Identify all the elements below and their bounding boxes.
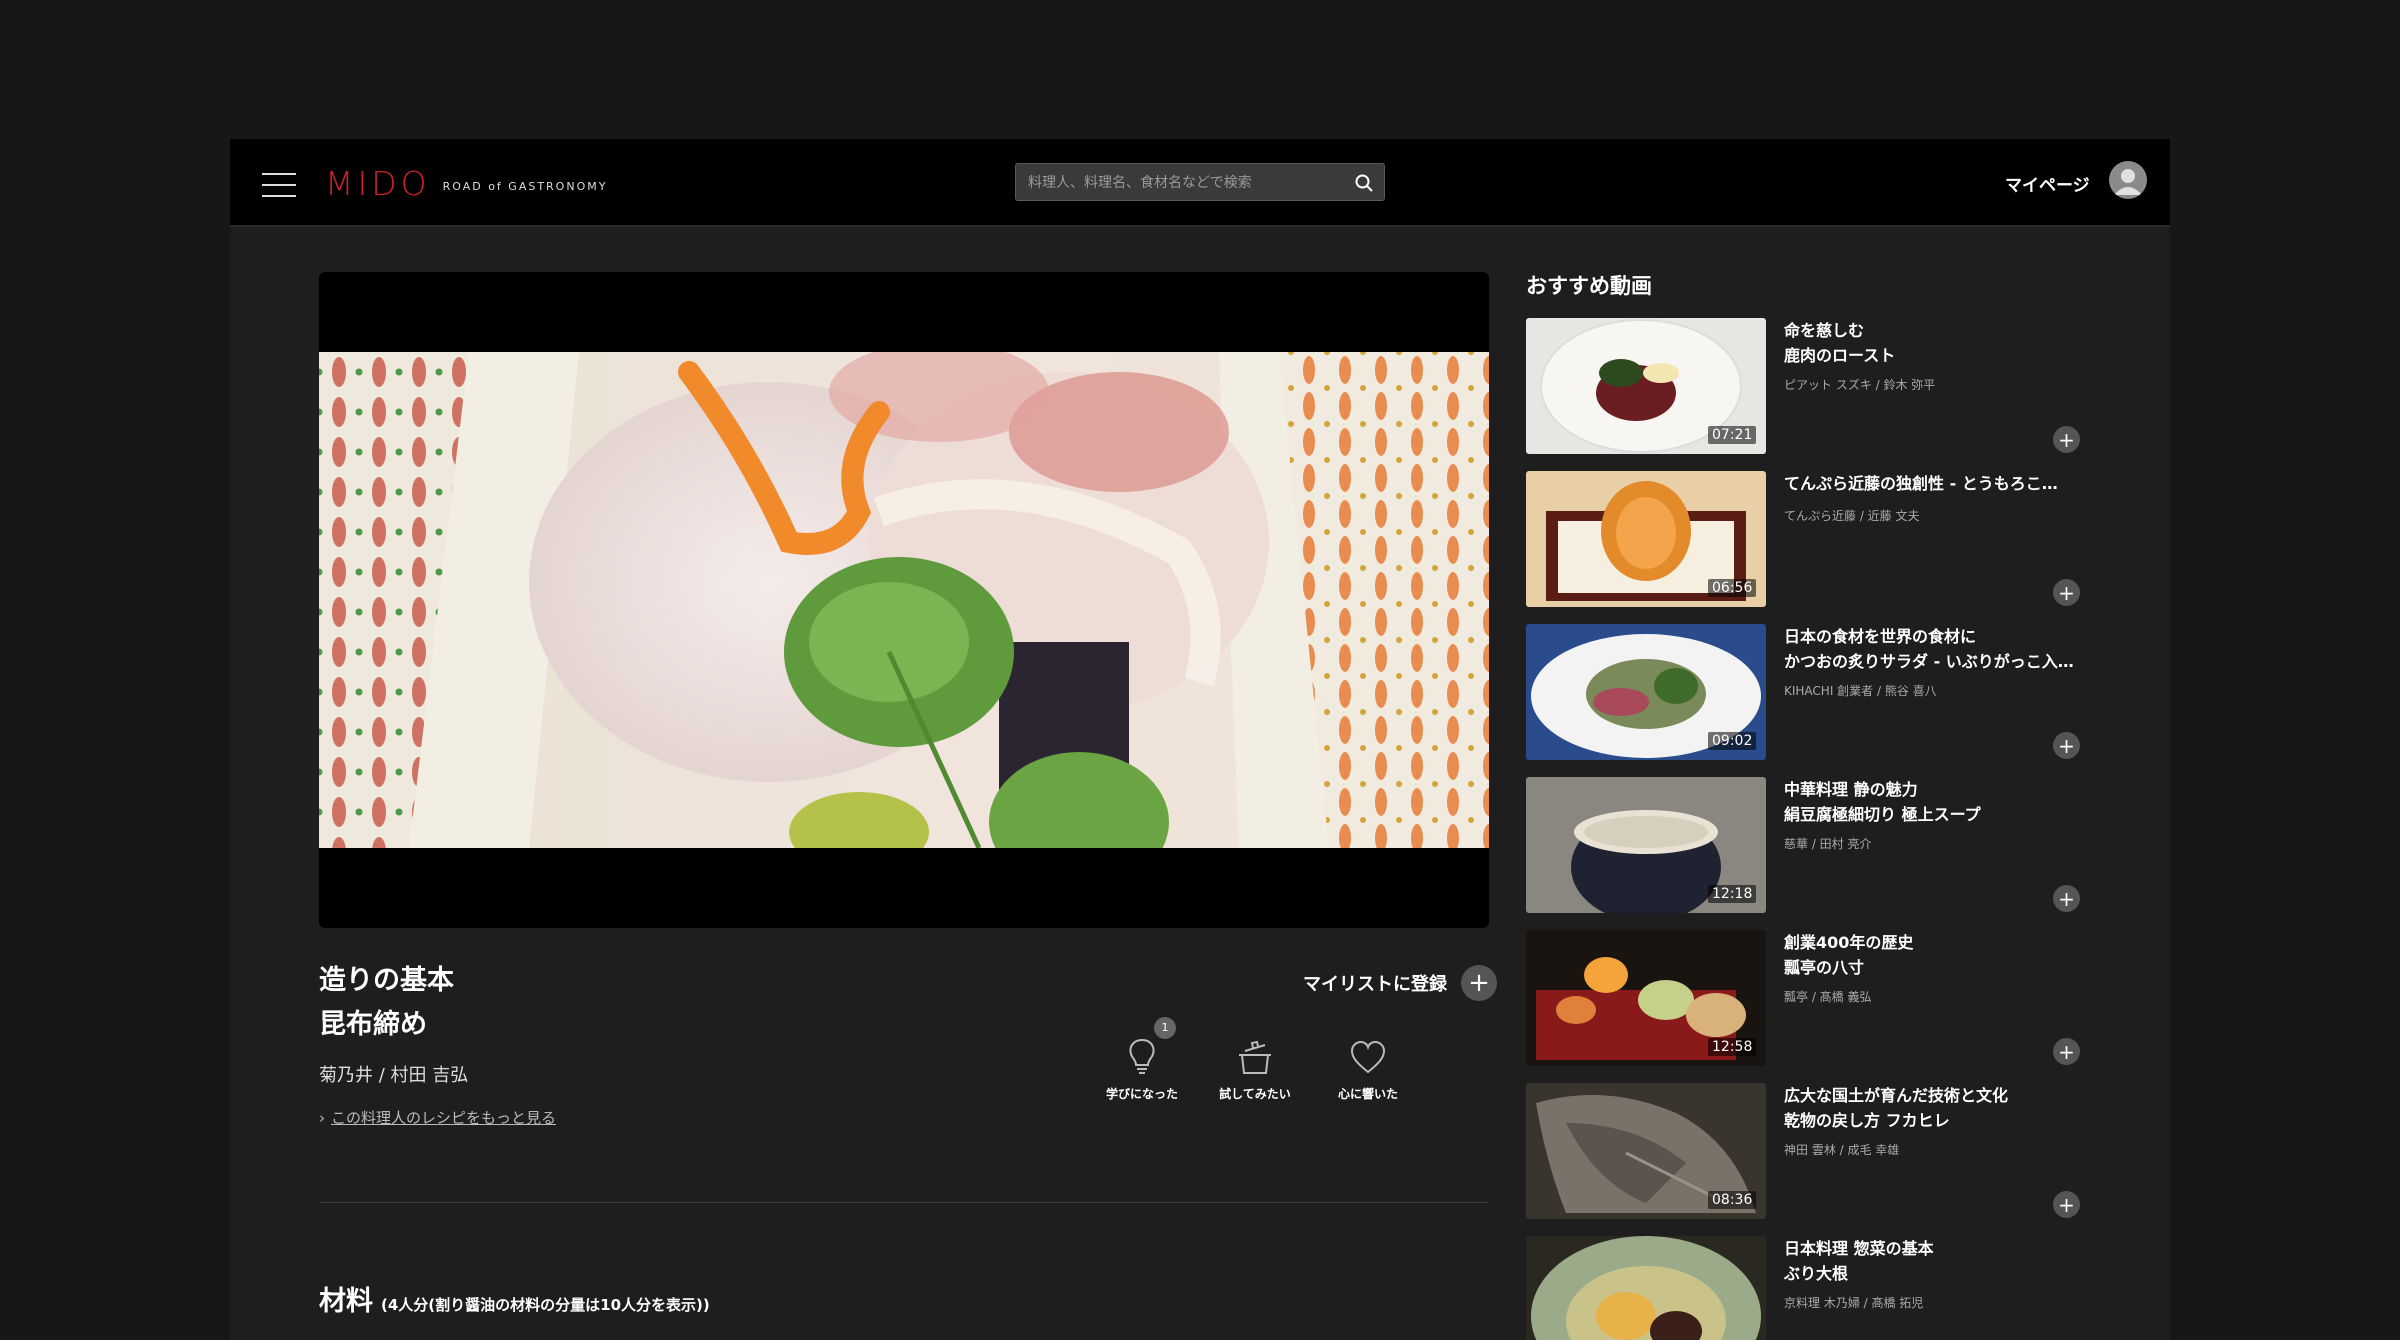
search-box [1015, 163, 1385, 202]
video-title: 造りの基本 昆布締め [319, 959, 454, 1047]
recommended-title: 広大な国土が育んだ技術と文化 乾物の戻し方 フカヒレ [1784, 1083, 2084, 1133]
add-to-list-button[interactable]: + [2053, 732, 2080, 759]
avatar[interactable] [2109, 161, 2147, 199]
ingredients-title: 材料 [319, 1286, 373, 1317]
chevron-right-icon: › [319, 1109, 325, 1127]
recommended-item[interactable]: 12:58 創業400年の歴史 瓢亭の八寸 瓢亭 / 髙橋 義弘 + [1526, 930, 2086, 1066]
top-header: MIDO ROAD of GASTRONOMY マイページ [230, 139, 2170, 227]
mypage-link[interactable]: マイページ [2005, 171, 2090, 196]
recommended-chef: 慈華 / 田村 亮介 [1784, 837, 1872, 851]
lightbulb-icon [1129, 1038, 1155, 1074]
recommended-item[interactable]: 07:21 命を慈しむ 鹿肉のロースト ピアット スズキ / 鈴木 弥平 + [1526, 318, 2086, 454]
user-icon [2114, 169, 2142, 195]
recommended-title: てんぷら近藤の独創性 - とうもろこ… [1784, 471, 2084, 496]
add-to-list-button[interactable]: + [2053, 579, 2080, 606]
ingredients-note: (4人分(割り醤油の材料の分量は10人分を表示)) [381, 1296, 710, 1314]
recommended-chef: 瓢亭 / 髙橋 義弘 [1784, 990, 1872, 1004]
more-recipes-label: この料理人のレシピをもっと見る [331, 1109, 557, 1127]
add-to-mylist-button[interactable]: マイリストに登録 + [1303, 965, 1497, 1001]
pot-icon [1239, 1040, 1271, 1074]
recommended-item[interactable]: 06:56 てんぷら近藤の独創性 - とうもろこ… てんぷら近藤 / 近藤 文夫… [1526, 471, 2086, 607]
recommended-title-line1: 日本料理 惣菜の基本 [1784, 1239, 1934, 1258]
recommended-title-line1: 広大な国土が育んだ技術と文化 [1784, 1086, 2009, 1105]
recommended-title-line2: ぶり大根 [1784, 1264, 1849, 1283]
app-window: MIDO ROAD of GASTRONOMY マイページ [230, 139, 2170, 1340]
search-input[interactable] [1026, 164, 1340, 202]
site-logo[interactable]: MIDO ROAD of GASTRONOMY [325, 164, 608, 203]
video-frame-image [319, 352, 1489, 848]
recommended-title: 中華料理 静の魅力 絹豆腐極細切り 極上スープ [1784, 777, 2084, 827]
recommended-title-line1: 日本の食材を世界の食材に [1784, 627, 1977, 646]
recommended-item[interactable]: 08:36 広大な国土が育んだ技術と文化 乾物の戻し方 フカヒレ 神田 雲林 /… [1526, 1083, 2086, 1219]
video-duration: 12:58 [1708, 1038, 1757, 1056]
recommended-item[interactable]: 12:18 中華料理 静の魅力 絹豆腐極細切り 極上スープ 慈華 / 田村 亮介… [1526, 777, 2086, 913]
recommended-title-line2: 瓢亭の八寸 [1784, 958, 1865, 977]
recommended-title-line2: 絹豆腐極細切り 極上スープ [1784, 805, 1981, 824]
recommended-heading: おすすめ動画 [1526, 274, 1652, 298]
video-duration: 09:02 [1708, 732, 1757, 750]
recommended-title-line1: 命を慈しむ [1784, 321, 1865, 340]
video-duration: 12:18 [1708, 885, 1757, 903]
recommended-title-line1: 創業400年の歴史 [1784, 933, 1914, 952]
add-to-list-button[interactable]: + [2053, 1038, 2080, 1065]
reaction-moved-button[interactable]: 心に響いた [1308, 1037, 1428, 1102]
video-duration: 07:21 [1708, 426, 1757, 444]
section-divider [319, 1202, 1489, 1203]
video-player[interactable] [319, 272, 1489, 928]
video-title-line1: 造りの基本 [319, 965, 454, 996]
reaction-bar: 1 学びになった 試してみたい 心に響いた [1082, 1017, 1478, 1117]
recommended-chef: ピアット スズキ / 鈴木 弥平 [1784, 378, 1936, 392]
recommended-title: 創業400年の歴史 瓢亭の八寸 [1784, 930, 2084, 980]
chef-name: 菊乃井 / 村田 吉弘 [319, 1065, 469, 1086]
recommended-chef: 神田 雲林 / 成毛 幸雄 [1784, 1143, 1900, 1157]
video-duration: 08:36 [1708, 1191, 1757, 1209]
heart-icon [1350, 1040, 1386, 1074]
ingredients-header: 材料 (4人分(割り醤油の材料の分量は10人分を表示)) [319, 1279, 710, 1318]
reaction-learned-button[interactable]: 1 学びになった [1082, 1017, 1202, 1102]
reaction-label: 学びになった [1105, 1087, 1178, 1101]
recommended-chef: KIHACHI 創業者 / 熊谷 喜八 [1784, 684, 1937, 698]
add-to-list-button[interactable]: + [2053, 1191, 2080, 1218]
video-thumbnail [1526, 1236, 1766, 1340]
recommended-item[interactable]: 09:02 日本の食材を世界の食材に かつおの炙りサラダ - いぶりがっこ入… … [1526, 624, 2086, 760]
recommended-chef: 京料理 木乃婦 / 髙橋 拓児 [1784, 1296, 1924, 1310]
recommended-title: 日本料理 惣菜の基本 ぶり大根 [1784, 1236, 2084, 1286]
recommended-title-line2: 乾物の戻し方 フカヒレ [1784, 1111, 1950, 1130]
recommended-chef: てんぷら近藤 / 近藤 文夫 [1784, 509, 1920, 523]
reaction-label: 心に響いた [1337, 1087, 1398, 1101]
video-duration: 06:56 [1708, 579, 1757, 597]
recommended-item[interactable]: 日本料理 惣菜の基本 ぶり大根 京料理 木乃婦 / 髙橋 拓児 [1526, 1236, 2086, 1340]
recommended-title: 命を慈しむ 鹿肉のロースト [1784, 318, 2084, 368]
recommended-title-line1: 中華料理 静の魅力 [1784, 780, 1918, 799]
recommended-title-line2: 鹿肉のロースト [1784, 346, 1896, 365]
recommended-title-line1: てんぷら近藤の独創性 - とうもろこ… [1784, 474, 2058, 493]
search-icon[interactable] [1354, 173, 1374, 193]
menu-icon[interactable] [262, 173, 296, 197]
logo-sub-text: ROAD of GASTRONOMY [442, 179, 608, 193]
mylist-label: マイリストに登録 [1303, 974, 1447, 995]
add-to-list-button[interactable]: + [2053, 885, 2080, 912]
reaction-try-button[interactable]: 試してみたい [1195, 1037, 1315, 1102]
logo-main-text: MIDO [325, 163, 431, 203]
more-recipes-link[interactable]: › この料理人のレシピをもっと見る [319, 1107, 556, 1128]
recommended-title-line2: かつおの炙りサラダ - いぶりがっこ入… [1784, 652, 2074, 671]
add-to-list-button[interactable]: + [2053, 426, 2080, 453]
reaction-label: 試してみたい [1219, 1087, 1291, 1101]
plus-icon: + [1461, 965, 1497, 1001]
recommended-title: 日本の食材を世界の食材に かつおの炙りサラダ - いぶりがっこ入… [1784, 624, 2084, 674]
video-title-line2: 昆布締め [319, 1009, 427, 1040]
reaction-count-badge: 1 [1154, 1017, 1176, 1039]
